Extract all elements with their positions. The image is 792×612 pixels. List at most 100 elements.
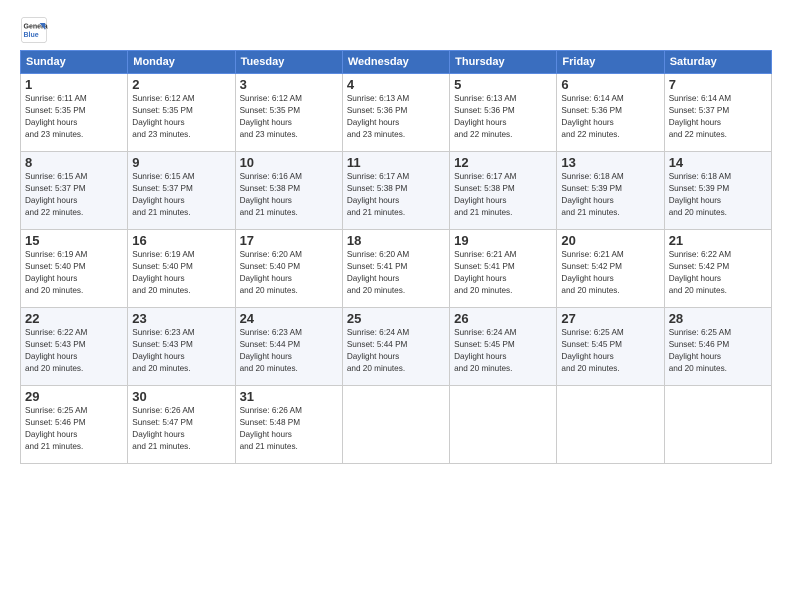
day-info: Sunrise: 6:19 AMSunset: 5:40 PMDaylight … <box>25 249 123 297</box>
calendar-table: SundayMondayTuesdayWednesdayThursdayFrid… <box>20 50 772 464</box>
calendar-cell: 20Sunrise: 6:21 AMSunset: 5:42 PMDayligh… <box>557 230 664 308</box>
day-info: Sunrise: 6:24 AMSunset: 5:45 PMDaylight … <box>454 327 552 375</box>
calendar-cell: 14Sunrise: 6:18 AMSunset: 5:39 PMDayligh… <box>664 152 771 230</box>
calendar-cell: 2Sunrise: 6:12 AMSunset: 5:35 PMDaylight… <box>128 74 235 152</box>
day-number: 10 <box>240 155 338 170</box>
calendar-cell: 15Sunrise: 6:19 AMSunset: 5:40 PMDayligh… <box>21 230 128 308</box>
day-number: 29 <box>25 389 123 404</box>
day-info: Sunrise: 6:14 AMSunset: 5:37 PMDaylight … <box>669 93 767 141</box>
day-info: Sunrise: 6:14 AMSunset: 5:36 PMDaylight … <box>561 93 659 141</box>
calendar-header-sunday: Sunday <box>21 51 128 74</box>
calendar-week-row: 8Sunrise: 6:15 AMSunset: 5:37 PMDaylight… <box>21 152 772 230</box>
logo-icon: General Blue <box>20 16 48 44</box>
calendar-cell: 13Sunrise: 6:18 AMSunset: 5:39 PMDayligh… <box>557 152 664 230</box>
day-number: 30 <box>132 389 230 404</box>
day-info: Sunrise: 6:26 AMSunset: 5:48 PMDaylight … <box>240 405 338 453</box>
calendar-header-row: SundayMondayTuesdayWednesdayThursdayFrid… <box>21 51 772 74</box>
day-number: 20 <box>561 233 659 248</box>
day-info: Sunrise: 6:24 AMSunset: 5:44 PMDaylight … <box>347 327 445 375</box>
calendar-week-row: 22Sunrise: 6:22 AMSunset: 5:43 PMDayligh… <box>21 308 772 386</box>
calendar-cell: 6Sunrise: 6:14 AMSunset: 5:36 PMDaylight… <box>557 74 664 152</box>
day-info: Sunrise: 6:21 AMSunset: 5:42 PMDaylight … <box>561 249 659 297</box>
calendar-cell <box>450 386 557 464</box>
day-number: 19 <box>454 233 552 248</box>
day-info: Sunrise: 6:12 AMSunset: 5:35 PMDaylight … <box>240 93 338 141</box>
day-number: 12 <box>454 155 552 170</box>
day-info: Sunrise: 6:15 AMSunset: 5:37 PMDaylight … <box>25 171 123 219</box>
day-info: Sunrise: 6:25 AMSunset: 5:46 PMDaylight … <box>25 405 123 453</box>
page: General Blue SundayMondayTuesdayWednesda… <box>0 0 792 612</box>
day-number: 1 <box>25 77 123 92</box>
day-number: 22 <box>25 311 123 326</box>
calendar-cell: 23Sunrise: 6:23 AMSunset: 5:43 PMDayligh… <box>128 308 235 386</box>
calendar-week-row: 15Sunrise: 6:19 AMSunset: 5:40 PMDayligh… <box>21 230 772 308</box>
calendar-cell: 4Sunrise: 6:13 AMSunset: 5:36 PMDaylight… <box>342 74 449 152</box>
day-number: 8 <box>25 155 123 170</box>
day-info: Sunrise: 6:12 AMSunset: 5:35 PMDaylight … <box>132 93 230 141</box>
calendar-cell: 17Sunrise: 6:20 AMSunset: 5:40 PMDayligh… <box>235 230 342 308</box>
calendar-cell <box>557 386 664 464</box>
calendar-cell: 18Sunrise: 6:20 AMSunset: 5:41 PMDayligh… <box>342 230 449 308</box>
day-info: Sunrise: 6:20 AMSunset: 5:40 PMDaylight … <box>240 249 338 297</box>
day-info: Sunrise: 6:25 AMSunset: 5:45 PMDaylight … <box>561 327 659 375</box>
calendar-cell <box>664 386 771 464</box>
day-number: 7 <box>669 77 767 92</box>
day-info: Sunrise: 6:11 AMSunset: 5:35 PMDaylight … <box>25 93 123 141</box>
day-number: 26 <box>454 311 552 326</box>
calendar-cell: 7Sunrise: 6:14 AMSunset: 5:37 PMDaylight… <box>664 74 771 152</box>
day-info: Sunrise: 6:21 AMSunset: 5:41 PMDaylight … <box>454 249 552 297</box>
calendar-cell: 1Sunrise: 6:11 AMSunset: 5:35 PMDaylight… <box>21 74 128 152</box>
calendar-header-monday: Monday <box>128 51 235 74</box>
calendar-header-saturday: Saturday <box>664 51 771 74</box>
day-info: Sunrise: 6:20 AMSunset: 5:41 PMDaylight … <box>347 249 445 297</box>
day-number: 31 <box>240 389 338 404</box>
calendar-cell <box>342 386 449 464</box>
day-number: 25 <box>347 311 445 326</box>
calendar-header-wednesday: Wednesday <box>342 51 449 74</box>
calendar-cell: 31Sunrise: 6:26 AMSunset: 5:48 PMDayligh… <box>235 386 342 464</box>
logo: General Blue <box>20 16 52 44</box>
day-info: Sunrise: 6:23 AMSunset: 5:43 PMDaylight … <box>132 327 230 375</box>
day-info: Sunrise: 6:15 AMSunset: 5:37 PMDaylight … <box>132 171 230 219</box>
day-number: 14 <box>669 155 767 170</box>
calendar-cell: 28Sunrise: 6:25 AMSunset: 5:46 PMDayligh… <box>664 308 771 386</box>
day-number: 27 <box>561 311 659 326</box>
calendar-cell: 16Sunrise: 6:19 AMSunset: 5:40 PMDayligh… <box>128 230 235 308</box>
day-number: 13 <box>561 155 659 170</box>
day-info: Sunrise: 6:16 AMSunset: 5:38 PMDaylight … <box>240 171 338 219</box>
day-info: Sunrise: 6:18 AMSunset: 5:39 PMDaylight … <box>561 171 659 219</box>
day-number: 2 <box>132 77 230 92</box>
day-info: Sunrise: 6:22 AMSunset: 5:43 PMDaylight … <box>25 327 123 375</box>
calendar-week-row: 29Sunrise: 6:25 AMSunset: 5:46 PMDayligh… <box>21 386 772 464</box>
day-number: 21 <box>669 233 767 248</box>
calendar-cell: 22Sunrise: 6:22 AMSunset: 5:43 PMDayligh… <box>21 308 128 386</box>
calendar-cell: 26Sunrise: 6:24 AMSunset: 5:45 PMDayligh… <box>450 308 557 386</box>
day-number: 5 <box>454 77 552 92</box>
calendar-cell: 3Sunrise: 6:12 AMSunset: 5:35 PMDaylight… <box>235 74 342 152</box>
day-number: 15 <box>25 233 123 248</box>
calendar-cell: 12Sunrise: 6:17 AMSunset: 5:38 PMDayligh… <box>450 152 557 230</box>
day-info: Sunrise: 6:22 AMSunset: 5:42 PMDaylight … <box>669 249 767 297</box>
calendar-cell: 10Sunrise: 6:16 AMSunset: 5:38 PMDayligh… <box>235 152 342 230</box>
day-info: Sunrise: 6:13 AMSunset: 5:36 PMDaylight … <box>454 93 552 141</box>
calendar-cell: 27Sunrise: 6:25 AMSunset: 5:45 PMDayligh… <box>557 308 664 386</box>
calendar-cell: 11Sunrise: 6:17 AMSunset: 5:38 PMDayligh… <box>342 152 449 230</box>
day-number: 28 <box>669 311 767 326</box>
calendar-cell: 19Sunrise: 6:21 AMSunset: 5:41 PMDayligh… <box>450 230 557 308</box>
day-number: 24 <box>240 311 338 326</box>
calendar-week-row: 1Sunrise: 6:11 AMSunset: 5:35 PMDaylight… <box>21 74 772 152</box>
day-number: 4 <box>347 77 445 92</box>
calendar-cell: 25Sunrise: 6:24 AMSunset: 5:44 PMDayligh… <box>342 308 449 386</box>
day-number: 6 <box>561 77 659 92</box>
header: General Blue <box>20 16 772 44</box>
day-number: 3 <box>240 77 338 92</box>
calendar-cell: 29Sunrise: 6:25 AMSunset: 5:46 PMDayligh… <box>21 386 128 464</box>
calendar-cell: 21Sunrise: 6:22 AMSunset: 5:42 PMDayligh… <box>664 230 771 308</box>
calendar-cell: 24Sunrise: 6:23 AMSunset: 5:44 PMDayligh… <box>235 308 342 386</box>
day-info: Sunrise: 6:17 AMSunset: 5:38 PMDaylight … <box>454 171 552 219</box>
day-number: 9 <box>132 155 230 170</box>
day-number: 18 <box>347 233 445 248</box>
calendar-header-friday: Friday <box>557 51 664 74</box>
calendar-cell: 30Sunrise: 6:26 AMSunset: 5:47 PMDayligh… <box>128 386 235 464</box>
day-info: Sunrise: 6:13 AMSunset: 5:36 PMDaylight … <box>347 93 445 141</box>
